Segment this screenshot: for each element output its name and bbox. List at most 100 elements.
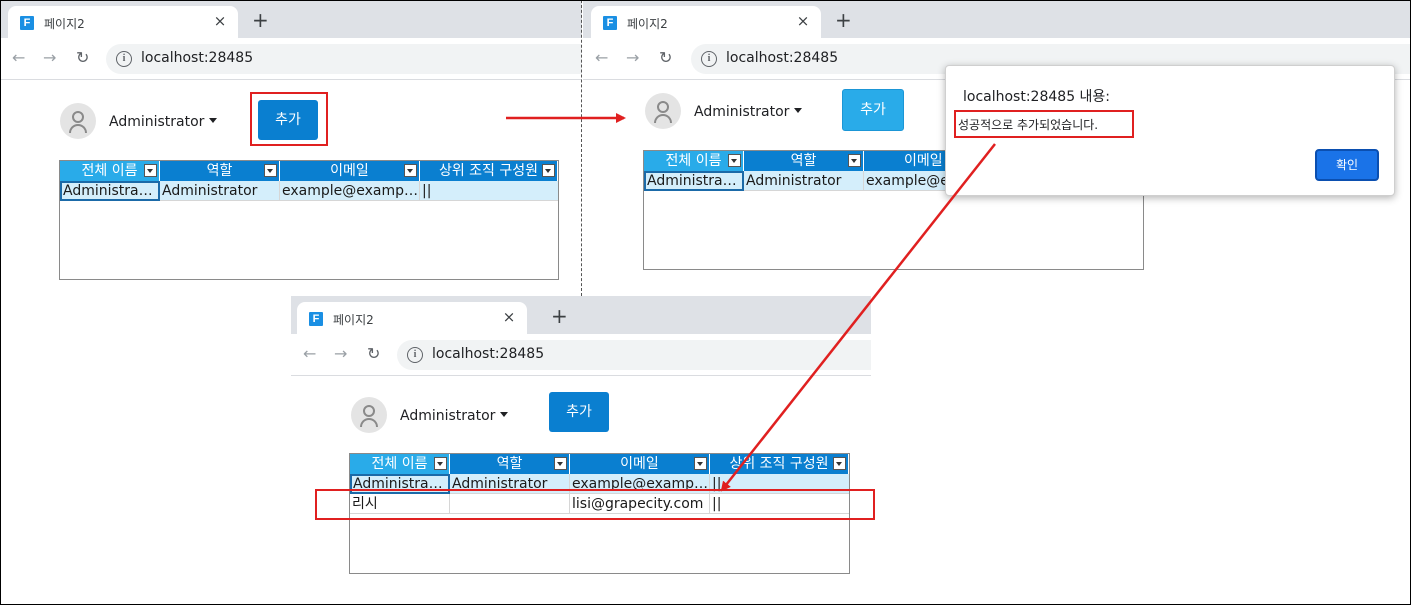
close-tab-icon[interactable]: ×	[793, 12, 813, 30]
browser-toolbar: ← → ↻ i localhost:28485	[0, 38, 582, 80]
avatar-icon[interactable]	[645, 93, 681, 129]
filter-dropdown-icon[interactable]	[404, 164, 417, 177]
filter-dropdown-icon[interactable]	[554, 457, 567, 470]
back-arrow-icon[interactable]: ←	[595, 49, 608, 67]
user-menu[interactable]: Administrator	[400, 408, 509, 424]
address-bar[interactable]: i localhost:28485	[397, 340, 871, 370]
grid-cell[interactable]: Administrator	[744, 171, 864, 191]
reload-icon[interactable]: ↻	[367, 345, 380, 363]
user-menu[interactable]: Administrator	[109, 114, 218, 130]
grid-cell[interactable]: Administrator	[160, 181, 280, 201]
grid-header: 전체 이름 역할 이메일 상위 조직 구성원	[60, 161, 558, 181]
header-role[interactable]: 역할	[160, 161, 280, 181]
page-content: Administrator 추가 전체 이름 역할 이메일 상위 조직 구성원 …	[0, 80, 582, 296]
grid-cell[interactable]: Administrator	[450, 474, 570, 494]
tab-strip: F 페이지2 × +	[291, 296, 871, 334]
filter-dropdown-icon[interactable]	[542, 164, 555, 177]
user-name: Administrator	[109, 114, 205, 130]
divider	[581, 0, 582, 296]
table-row[interactable]: 리시 lisi@grapecity.com ||	[350, 494, 849, 514]
close-tab-icon[interactable]: ×	[499, 308, 519, 326]
table-row[interactable]: Administrator Administrator example@exam…	[350, 474, 849, 494]
tab-strip: F 페이지2 × +	[583, 0, 1410, 38]
header-label: 전체 이름	[81, 163, 138, 179]
ok-button[interactable]: 확인	[1315, 149, 1379, 181]
filter-dropdown-icon[interactable]	[848, 154, 861, 167]
header-label: 전체 이름	[371, 456, 428, 472]
new-tab-icon[interactable]: +	[252, 10, 269, 30]
grid-cell[interactable]: lisi@grapecity.com	[570, 494, 710, 514]
user-menu[interactable]: Administrator	[694, 104, 803, 120]
avatar-icon[interactable]	[60, 103, 96, 139]
add-button[interactable]: 추가	[842, 89, 904, 131]
header-label: 이메일	[620, 456, 659, 472]
reload-icon[interactable]: ↻	[76, 49, 89, 67]
info-icon[interactable]: i	[116, 51, 132, 67]
avatar-icon[interactable]	[351, 397, 387, 433]
grid-cell[interactable]	[450, 494, 570, 514]
grid-cell[interactable]: ||	[710, 474, 849, 494]
back-arrow-icon[interactable]: ←	[12, 49, 25, 67]
alert-dialog[interactable]: localhost:28485 내용: 성공적으로 추가되었습니다. 확인	[945, 65, 1395, 196]
filter-dropdown-icon[interactable]	[144, 164, 157, 177]
table-row[interactable]: Administrator Administrator example@exam…	[60, 181, 558, 201]
add-button[interactable]: 추가	[549, 392, 609, 432]
browser-window-after: F 페이지2 × + ← → ↻ i localhost:28485 Admin…	[291, 296, 871, 586]
forward-arrow-icon[interactable]: →	[334, 345, 347, 363]
browser-window-before: F 페이지2 × + ← → ↻ i localhost:28485 Admin…	[0, 0, 582, 296]
address-bar[interactable]: i localhost:28485	[106, 44, 582, 74]
header-full-name[interactable]: 전체 이름	[60, 161, 160, 181]
header-email[interactable]: 이메일	[280, 161, 420, 181]
header-parent-org[interactable]: 상위 조직 구성원	[710, 454, 849, 474]
header-full-name[interactable]: 전체 이름	[644, 151, 744, 171]
grid-cell[interactable]: Administrator	[350, 474, 450, 494]
grid-header: 전체 이름 역할 이메일 상위 조직 구성원	[350, 454, 849, 474]
header-email[interactable]: 이메일	[570, 454, 710, 474]
new-tab-icon[interactable]: +	[551, 306, 568, 326]
user-name: Administrator	[400, 408, 496, 424]
reload-icon[interactable]: ↻	[659, 49, 672, 67]
tab-title: 페이지2	[44, 17, 85, 31]
user-name: Administrator	[694, 104, 790, 120]
browser-tab[interactable]: F 페이지2 ×	[297, 302, 527, 334]
filter-dropdown-icon[interactable]	[728, 154, 741, 167]
forward-arrow-icon[interactable]: →	[43, 49, 56, 67]
tab-title: 페이지2	[333, 313, 374, 327]
back-arrow-icon[interactable]: ←	[303, 345, 316, 363]
header-label: 역할	[496, 456, 523, 472]
filter-dropdown-icon[interactable]	[434, 457, 447, 470]
close-tab-icon[interactable]: ×	[210, 12, 230, 30]
browser-tab[interactable]: F 페이지2 ×	[591, 6, 821, 38]
filter-dropdown-icon[interactable]	[694, 457, 707, 470]
header-role[interactable]: 역할	[744, 151, 864, 171]
grid-cell[interactable]: Administrator	[60, 181, 160, 201]
add-button[interactable]: 추가	[258, 100, 318, 140]
grid-cell[interactable]: example@example…	[280, 181, 420, 201]
grid-cell[interactable]: Administrator	[644, 171, 744, 191]
browser-tab[interactable]: F 페이지2 ×	[8, 6, 238, 38]
header-role[interactable]: 역할	[450, 454, 570, 474]
caret-down-icon	[794, 108, 803, 113]
info-icon[interactable]: i	[407, 347, 423, 363]
filter-dropdown-icon[interactable]	[833, 457, 846, 470]
filter-dropdown-icon[interactable]	[264, 164, 277, 177]
grid-cell[interactable]: 리시	[350, 494, 450, 514]
header-label: 역할	[790, 153, 817, 169]
forward-arrow-icon[interactable]: →	[626, 49, 639, 67]
user-grid[interactable]: 전체 이름 역할 이메일 상위 조직 구성원 Administrator Adm…	[59, 160, 559, 280]
app-logo-icon: F	[603, 16, 617, 30]
header-parent-org[interactable]: 상위 조직 구성원	[420, 161, 558, 181]
grid-cell[interactable]: ||	[420, 181, 558, 201]
dialog-title: localhost:28485 내용:	[963, 89, 1111, 105]
page-content: Administrator 추가 전체 이름 역할 이메일 상위 조직 구성원 …	[291, 376, 871, 586]
caret-down-icon	[209, 118, 218, 123]
new-tab-icon[interactable]: +	[835, 10, 852, 30]
header-label: 역할	[206, 163, 233, 179]
header-label: 상위 조직 구성원	[438, 163, 539, 179]
header-full-name[interactable]: 전체 이름	[350, 454, 450, 474]
app-logo-icon: F	[309, 312, 323, 326]
info-icon[interactable]: i	[701, 51, 717, 67]
grid-cell[interactable]: example@example…	[570, 474, 710, 494]
grid-cell[interactable]: ||	[710, 494, 849, 514]
user-grid[interactable]: 전체 이름 역할 이메일 상위 조직 구성원 Administrator Adm…	[349, 453, 850, 574]
